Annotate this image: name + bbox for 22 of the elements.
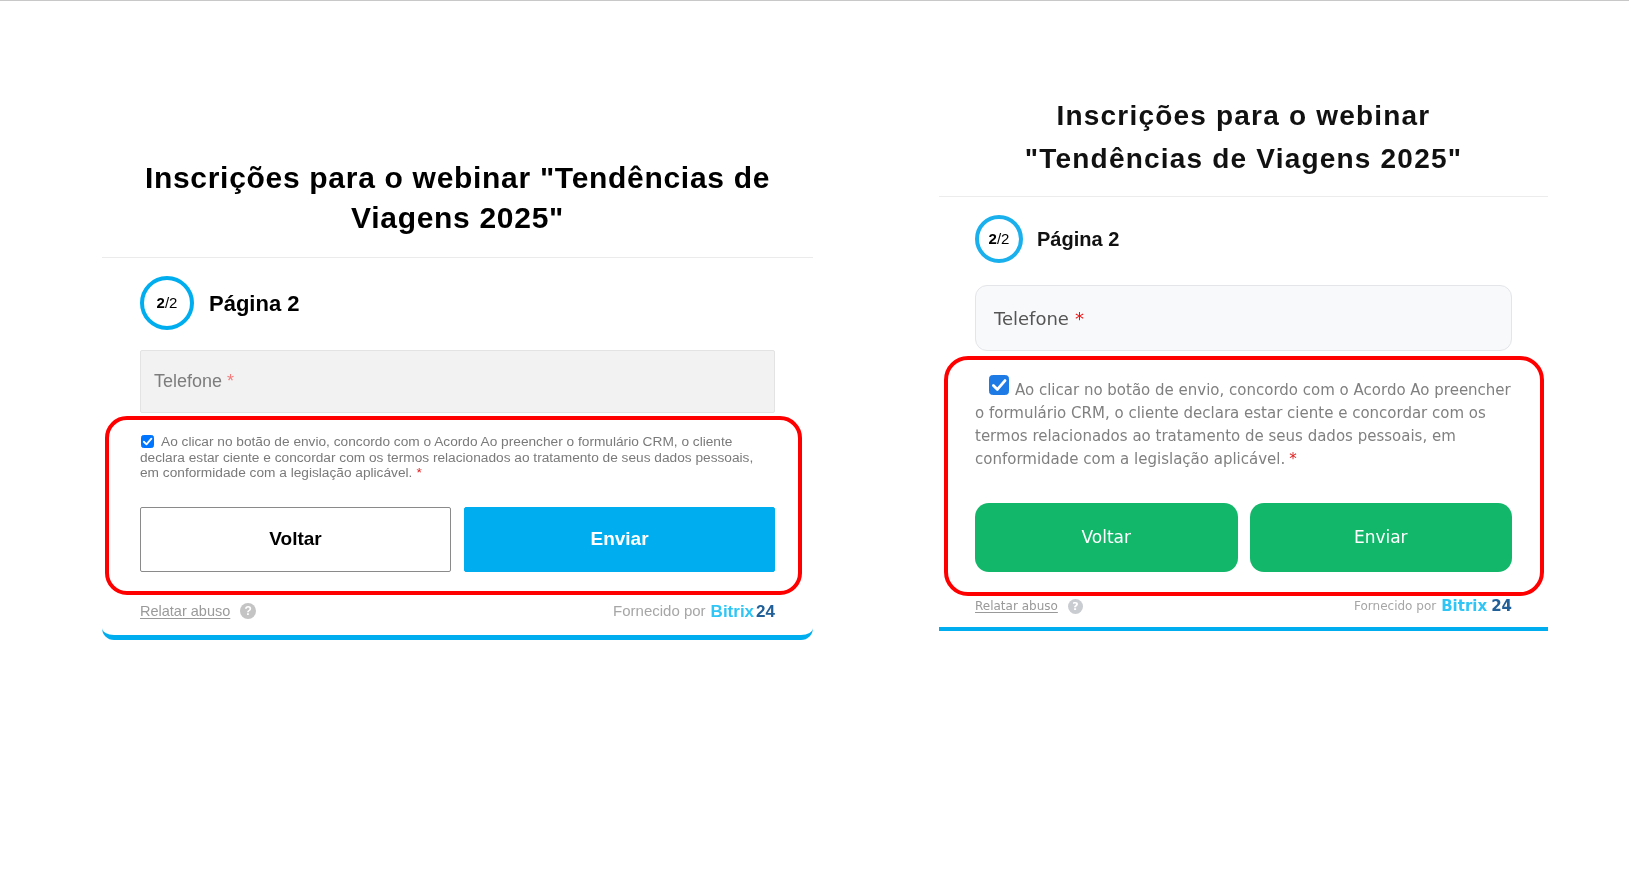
- step-counter: 2/2: [140, 276, 194, 330]
- back-button[interactable]: Voltar: [140, 506, 451, 572]
- consent-checkbox-label[interactable]: Ao clicar no botão de envio, concordo com o Acordo Ao preencher o formulário CRM, o cliente declara estar ciente e concordar com os termos relacionados ao tratamento de seus dados pessoais, em conformidade com a legislação aplicável. *: [975, 379, 1512, 471]
- brand-logo[interactable]: Bitrix24: [710, 598, 775, 624]
- consent-checkbox-label[interactable]: Ao clicar no botão de envio, concordo com o Acordo Ao preencher o formulário CRM, o cliente declara estar ciente e concordar com os termos relacionados ao tratamento de seus dados pessoais, em conformidade com a legislação aplicável. *: [140, 434, 775, 481]
- checkbox[interactable]: [989, 375, 1009, 395]
- submit-button[interactable]: Enviar: [1249, 503, 1512, 572]
- form-title: Inscrições para o webinar "Tendências de Viagens 2025": [143, 160, 772, 236]
- phone-field[interactable]: Telefone *: [975, 285, 1512, 351]
- report-abuse-link[interactable]: Relatar abuso: [140, 602, 231, 621]
- powered-by-label: Fornecido por: [1354, 598, 1437, 616]
- report-abuse-link[interactable]: Relatar abuso: [975, 598, 1058, 615]
- page-title: Página 2: [209, 289, 300, 318]
- back-button[interactable]: Voltar: [975, 503, 1238, 572]
- powered-by-label: Fornecido por: [613, 601, 706, 621]
- page-title: Página 2: [1037, 227, 1120, 252]
- form-title: Inscrições para o webinar "Tendências de Viagens 2025": [1023, 99, 1464, 176]
- phone-field[interactable]: Telefone *: [140, 350, 775, 413]
- checkbox[interactable]: [141, 435, 154, 448]
- brand-logo[interactable]: Bitrix 24: [1441, 595, 1512, 618]
- step-counter: 2/2: [975, 215, 1023, 263]
- submit-button[interactable]: Enviar: [464, 506, 775, 572]
